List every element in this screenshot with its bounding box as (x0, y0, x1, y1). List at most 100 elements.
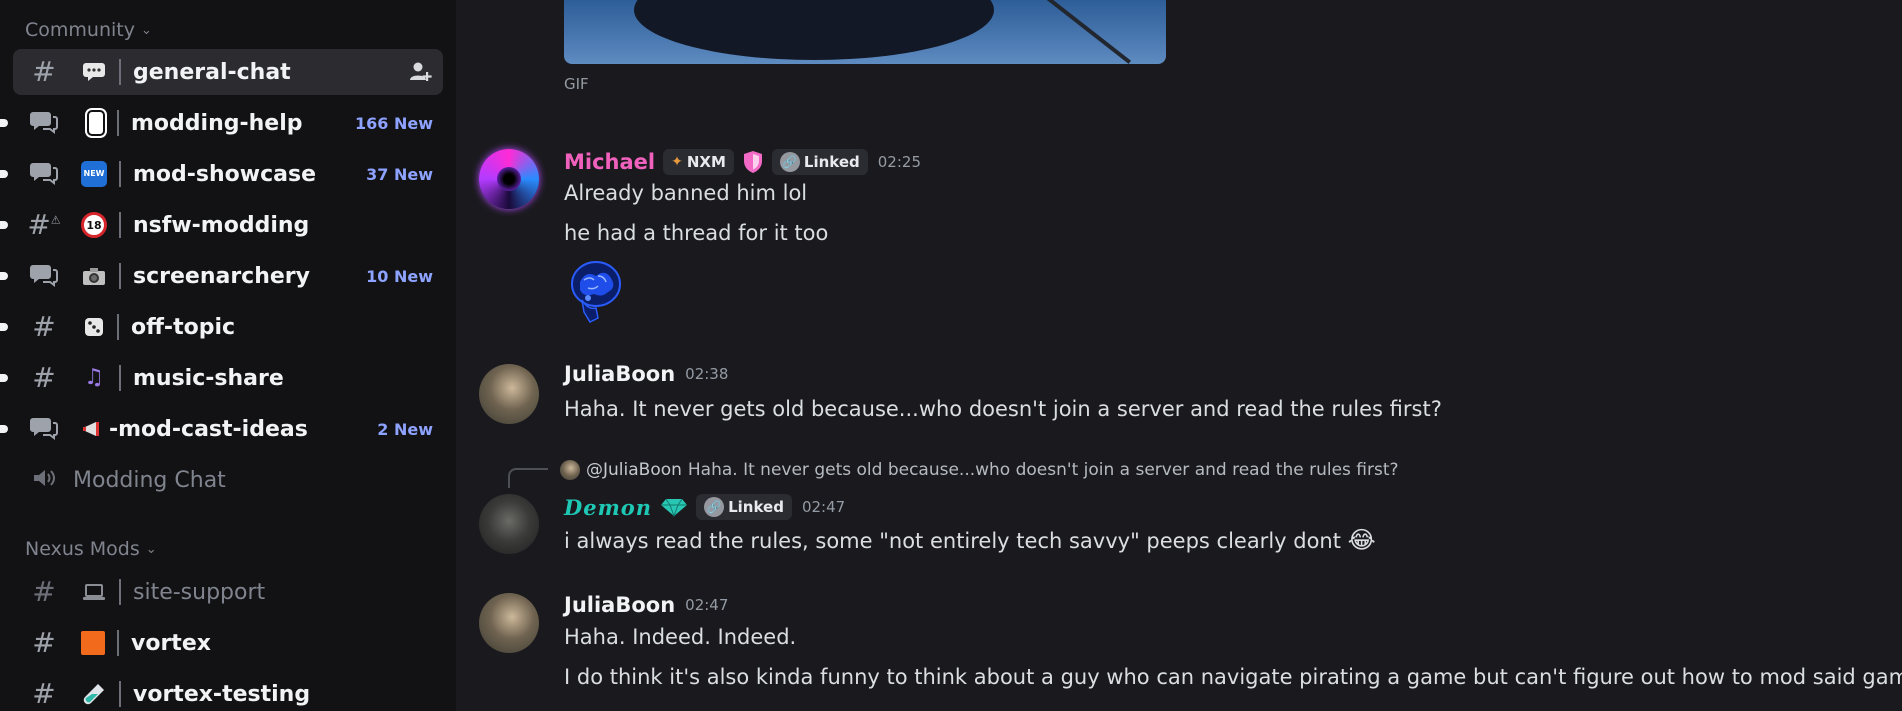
channel-general-chat[interactable]: # general-chat (13, 49, 443, 95)
unread-indicator (0, 272, 8, 280)
channel-name: modding-help (131, 110, 303, 136)
category-label: Community (25, 19, 135, 41)
server-tag[interactable]: ✦ NXM (663, 149, 734, 175)
brain-skull-sticker[interactable] (568, 258, 630, 324)
channel-name: vortex (131, 630, 211, 656)
reply-username[interactable]: @JuliaBoon (586, 460, 682, 480)
text-channel-icon: # (32, 55, 56, 88)
timestamp: 02:47 (685, 596, 729, 614)
nxm-icon: ✦ (671, 154, 683, 170)
username[interactable]: JuliaBoon (564, 362, 675, 386)
username[interactable]: Demon (564, 495, 652, 520)
separator (119, 365, 121, 391)
linked-label: Linked (803, 153, 860, 171)
channel-nsfw-modding[interactable]: #⚠ 18 nsfw-modding (0, 202, 443, 248)
channel-music-share[interactable]: # ♫ music-share (0, 355, 443, 401)
message-text: Haha. It never gets old because...who do… (564, 397, 1442, 421)
unread-indicator (0, 425, 8, 433)
category-label: Nexus Mods (25, 538, 140, 560)
channel-sidebar: Community ⌄ # general-chat modding-help … (0, 0, 456, 711)
new-count-badge: 166 New (355, 113, 433, 133)
message-text: i always read the rules, some "not entir… (564, 526, 1376, 554)
channel-name: off-topic (131, 314, 236, 340)
channel-vortex[interactable]: # vortex (13, 620, 443, 666)
category-community[interactable]: Community ⌄ (25, 17, 152, 43)
category-nexus-mods[interactable]: Nexus Mods ⌄ (25, 536, 157, 562)
gif-label: GIF (564, 75, 589, 93)
username[interactable]: Michael (564, 150, 655, 174)
timestamp: 02:25 (877, 153, 921, 171)
message-text: he had a thread for it too (564, 221, 829, 245)
message-header: Demon 🔗 Linked 02:47 (564, 494, 845, 520)
channel-name: music-share (133, 365, 284, 391)
channel-name: mod-showcase (133, 161, 317, 187)
forum-channel-icon (27, 261, 61, 292)
unread-indicator (0, 374, 8, 382)
gif-shadow (634, 0, 994, 60)
separator (119, 681, 121, 707)
linked-role-tag[interactable]: 🔗 Linked (696, 494, 792, 520)
reply-preview[interactable]: @JuliaBoon Haha. It never gets old becau… (560, 460, 1399, 480)
music-notes-icon: ♫ (84, 365, 104, 390)
channel-vortex-testing[interactable]: # vortex-testing (13, 671, 443, 711)
channel-name: vortex-testing (133, 681, 311, 707)
reply-spine (508, 468, 548, 488)
gif-embed[interactable] (564, 0, 1166, 64)
separator (119, 263, 121, 289)
link-icon: 🔗 (779, 152, 800, 172)
message-header: JuliaBoon 02:47 (564, 593, 728, 617)
megaphone-icon (81, 416, 107, 442)
linked-role-tag[interactable]: 🔗 Linked (771, 149, 868, 175)
nsfw-channel-icon: #⚠ (27, 208, 61, 241)
forum-channel-icon (27, 159, 61, 190)
new-count-badge: 37 New (366, 164, 433, 184)
voice-channel-modding-chat[interactable]: Modding Chat (13, 457, 443, 503)
text-channel-icon: # (32, 361, 56, 394)
forum-channel-icon (27, 108, 61, 139)
text-channel-icon: # (32, 575, 56, 608)
username[interactable]: JuliaBoon (564, 593, 675, 617)
separator (119, 212, 121, 238)
invite-icon[interactable] (407, 59, 433, 85)
avatar[interactable] (479, 149, 539, 209)
new-count-badge: 2 New (377, 419, 433, 439)
message-text: Haha. Indeed. Indeed. (564, 625, 797, 649)
avatar[interactable] (479, 494, 539, 554)
server-tag-label: NXM (686, 153, 726, 171)
unread-indicator (0, 221, 8, 229)
channel-screenarchery[interactable]: screenarchery 10 New (0, 253, 443, 299)
link-icon: 🔗 (704, 497, 725, 517)
new-count-badge: 10 New (366, 266, 433, 286)
chevron-down-icon: ⌄ (145, 541, 157, 557)
channel-mod-cast-ideas[interactable]: -mod-cast-ideas 2 New (0, 406, 443, 452)
separator (117, 110, 119, 136)
channel-name: screenarchery (133, 263, 310, 289)
diamond-icon (660, 497, 688, 517)
unread-indicator (0, 323, 8, 331)
message-header: Michael ✦ NXM 🔗 Linked 02:25 (564, 149, 921, 175)
separator (119, 161, 121, 187)
text-channel-icon: # (32, 626, 56, 659)
avatar[interactable] (479, 364, 539, 424)
separator (117, 630, 119, 656)
test-tube-icon (81, 681, 107, 707)
channel-mod-showcase[interactable]: NEW mod-showcase 37 New (0, 151, 443, 197)
message-text: Already banned him lol (564, 181, 808, 205)
channel-name: nsfw-modding (133, 212, 310, 238)
channel-off-topic[interactable]: # off-topic (0, 304, 443, 350)
separator (117, 314, 119, 340)
gif-rod (1034, 0, 1132, 64)
timestamp: 02:47 (801, 498, 846, 516)
message-header: JuliaBoon 02:38 (564, 362, 728, 386)
channel-site-support[interactable]: # site-support (13, 569, 443, 615)
orange-square-icon (81, 631, 105, 655)
reply-avatar (560, 460, 580, 480)
moderator-shield-icon[interactable] (742, 150, 764, 174)
unread-indicator (0, 119, 8, 127)
channel-modding-help[interactable]: modding-help 166 New (0, 100, 443, 146)
laughing-crying-emoji-icon: 😂 (1347, 526, 1376, 554)
avatar[interactable] (479, 593, 539, 653)
channel-name: Modding Chat (73, 467, 226, 493)
age-restricted-icon: 18 (81, 212, 107, 238)
linked-label: Linked (728, 498, 784, 516)
